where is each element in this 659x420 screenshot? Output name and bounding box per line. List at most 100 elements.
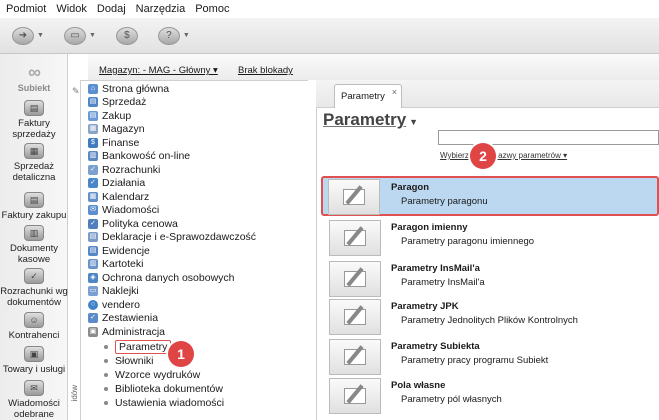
settlement-icon: ✓: [88, 164, 98, 175]
settings-form-icon: [329, 220, 381, 256]
messages-icon: ✉: [88, 205, 98, 216]
declaration-icon: ▤: [88, 232, 98, 243]
menu-podmiot[interactable]: Podmiot: [6, 3, 46, 15]
page-title[interactable]: Parametry ▼: [323, 110, 418, 130]
finance-icon: $: [88, 137, 98, 148]
tree-sub-slowniki[interactable]: Słowniki: [104, 354, 154, 368]
list-item-paragon-imienny[interactable]: Paragon imienny Parametry paragonu imien…: [323, 218, 659, 260]
tree-node-sprzedaz[interactable]: ▤ Sprzedaż: [88, 96, 146, 110]
tree-node-magazyn[interactable]: ▦ Magazyn: [88, 123, 145, 137]
settlement-icon: ✓: [24, 268, 44, 284]
tree-node-administracja[interactable]: ▣ Administracja: [88, 325, 165, 339]
tree-sub-ustawienia-wiadomosci[interactable]: Ustawienia wiadomości: [104, 396, 224, 410]
home-icon: ⌂: [88, 83, 98, 94]
label-icon: ▭: [88, 286, 98, 297]
settings-form-icon: [329, 299, 381, 335]
tree-node-vendero[interactable]: ○ vendero: [88, 298, 140, 312]
currency-button[interactable]: $: [115, 26, 138, 45]
chevron-down-icon: ▼: [88, 32, 96, 39]
invoice-icon: ▤: [24, 100, 44, 116]
tree-node-dzialania[interactable]: ✓ Działania: [88, 177, 145, 191]
new-document-button[interactable]: ➜ ▼: [12, 26, 44, 45]
help-icon: ?: [157, 26, 180, 45]
index-cards-icon: ▥: [88, 259, 98, 270]
list-item-jpk[interactable]: Parametry JPK Parametry Jednolitych Plik…: [323, 297, 659, 339]
folder-icon: ▭: [63, 26, 86, 45]
admin-icon: ▣: [88, 326, 98, 337]
tree-node-ochrona-danych[interactable]: ◈ Ochrona danych osobowych: [88, 271, 235, 285]
rail-item-faktury-sprzedazy[interactable]: ▤ Faktury sprzedaży: [0, 100, 68, 140]
magazyn-selector[interactable]: Magazyn: - MAG - Główny ▾: [99, 65, 218, 76]
tree-node-rozrachunki[interactable]: ✓ Rozrachunki: [88, 163, 160, 177]
rail-item-kontrahenci[interactable]: ☺ Kontrahenci: [0, 312, 68, 341]
goods-icon: ▣: [24, 346, 44, 362]
cash-document-icon: ▥: [24, 225, 44, 241]
bank-icon: ▥: [88, 151, 98, 162]
tree-node-ewidencje[interactable]: ▤ Ewidencje: [88, 244, 150, 258]
dollar-icon: $: [115, 26, 138, 45]
document-icon: ➜: [12, 26, 34, 45]
rail-item-rozrachunki[interactable]: ✓ Rozrachunki wg dokumentów: [0, 268, 68, 308]
list-item-paragon[interactable]: Paragon Parametry paragonu: [321, 176, 659, 216]
side-tab[interactable]: idów: [70, 385, 79, 401]
chevron-down-icon: ▼: [409, 117, 419, 127]
calendar-icon: ▦: [88, 191, 98, 202]
menu-pomoc[interactable]: Pomoc: [195, 3, 229, 15]
lock-status-link[interactable]: Brak blokady: [238, 65, 293, 76]
chevron-down-icon: ▼: [182, 32, 190, 39]
rail-item-faktury-zakupu[interactable]: ▤ Faktury zakupu: [0, 192, 68, 221]
menu-dodaj[interactable]: Dodaj: [97, 3, 126, 15]
tree-node-wiadomosci[interactable]: ✉ Wiadomości: [88, 204, 159, 218]
list-item-pola-wlasne[interactable]: Pola własne Parametry pól własnych: [323, 376, 659, 418]
tasks-icon: ✓: [88, 178, 98, 189]
tree-node-kartoteki[interactable]: ▥ Kartoteki: [88, 258, 143, 272]
tree-node-kalendarz[interactable]: ▦ Kalendarz: [88, 190, 149, 204]
settings-form-icon: [329, 339, 381, 375]
tree-node-bankowosc[interactable]: ▥ Bankowość on-line: [88, 150, 190, 164]
rail-item-towary-i-uslugi[interactable]: ▣ Towary i usługi: [0, 346, 68, 375]
subiekt-logo: ∞ Subiekt: [17, 62, 51, 93]
price-policy-icon: ✓: [88, 218, 98, 229]
cash-register-icon: ▦: [24, 143, 44, 159]
settings-form-icon: [329, 378, 381, 414]
close-icon[interactable]: ×: [392, 87, 397, 97]
parameter-group-filter[interactable]: Wybierz grupę nazwy parametrów ▾: [440, 151, 567, 160]
menu-bar: Podmiot Widok Dodaj Narzędzia Pomoc: [0, 0, 659, 18]
list-item-subiekt[interactable]: Parametry Subiekta Parametry pracy progr…: [323, 337, 659, 379]
tree-node-naklejki[interactable]: ▭ Naklejki: [88, 285, 139, 299]
menu-widok[interactable]: Widok: [56, 3, 87, 15]
contractor-icon: ☺: [24, 312, 44, 328]
tree-node-zestawienia[interactable]: ✓ Zestawienia: [88, 312, 158, 326]
warehouse-icon: ▦: [88, 124, 98, 135]
menu-narzedzia[interactable]: Narzędzia: [136, 3, 186, 15]
list-item-insmail[interactable]: Parametry InsMail'a Parametry InsMail'a: [323, 259, 659, 301]
rail-item-dokumenty-kasowe[interactable]: ▥ Dokumenty kasowe: [0, 225, 68, 265]
tree-node-strona-glowna[interactable]: ⌂ Strona główna: [88, 82, 169, 96]
shield-icon: ◈: [88, 272, 98, 283]
chevron-down-icon: ▼: [37, 32, 44, 39]
settings-form-icon: [329, 261, 381, 297]
pin-icon[interactable]: ✎: [72, 86, 80, 97]
tree-node-finanse[interactable]: $ Finanse: [88, 136, 139, 150]
tree-node-zakup[interactable]: ▤ Zakup: [88, 109, 131, 123]
tree-sub-parametry[interactable]: Parametry: [104, 339, 172, 354]
step-badge-2: 2: [470, 143, 496, 169]
toolbar: ➜ ▼ ▭ ▼ $ ? ▼: [0, 18, 659, 54]
reports-icon: ✓: [88, 313, 98, 324]
vendero-icon: ○: [88, 299, 98, 310]
rail-item-sprzedaz-detaliczna[interactable]: ▦ Sprzedaż detaliczna: [0, 143, 68, 183]
tab-parametry[interactable]: Parametry ×: [334, 84, 402, 108]
tree-sub-biblioteka[interactable]: Biblioteka dokumentów: [104, 382, 223, 396]
step-badge-1: 1: [168, 341, 194, 367]
tree-sub-wzorce-wydrukow[interactable]: Wzorce wydruków: [104, 368, 200, 382]
tree-node-deklaracje[interactable]: ▤ Deklaracje i e-Sprawozdawczość: [88, 231, 256, 245]
open-button[interactable]: ▭ ▼: [63, 26, 96, 45]
sales-icon: ▤: [88, 97, 98, 108]
settings-form-icon: [328, 179, 380, 215]
records-icon: ▤: [88, 245, 98, 256]
rail-item-wiadomosci-odebrane[interactable]: ✉ Wiadomości odebrane: [0, 380, 68, 420]
help-button[interactable]: ? ▼: [157, 26, 190, 45]
purchase-icon: ▤: [88, 110, 98, 121]
tree-node-polityka-cenowa[interactable]: ✓ Polityka cenowa: [88, 217, 178, 231]
search-input[interactable]: [438, 130, 659, 145]
